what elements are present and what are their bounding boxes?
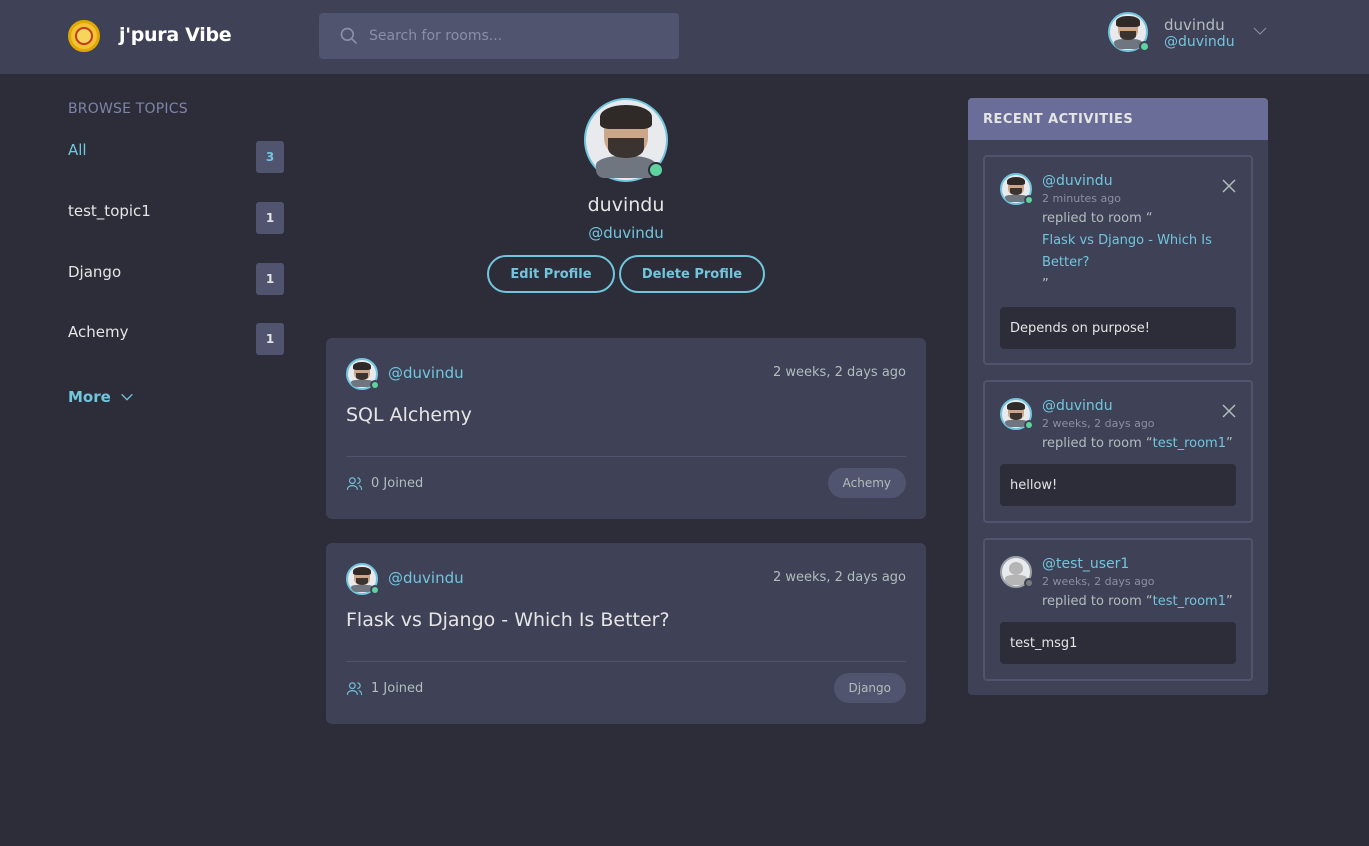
- activity-description: replied to room “test_room1”: [1042, 433, 1242, 455]
- close-icon[interactable]: [1222, 404, 1236, 418]
- topic-count-badge: 3: [256, 141, 284, 173]
- avatar[interactable]: [1000, 556, 1034, 588]
- topic-label[interactable]: test_topic1: [68, 202, 151, 220]
- nav-user-name: duvindu: [1164, 16, 1225, 34]
- activity-item: @duvindu 2 weeks, 2 days ago replied to …: [983, 380, 1253, 523]
- avatar[interactable]: [346, 358, 380, 390]
- recent-activities-heading: RECENT ACTIVITIES: [968, 98, 1268, 140]
- room-host-link[interactable]: @duvindu: [388, 569, 464, 587]
- room-timestamp: 2 weeks, 2 days ago: [773, 365, 906, 380]
- room-card[interactable]: @duvindu 2 weeks, 2 days ago SQL Alchemy…: [326, 338, 926, 519]
- activity-timestamp: 2 weeks, 2 days ago: [1042, 417, 1155, 430]
- activity-room-link[interactable]: test_room1: [1153, 436, 1226, 451]
- activity-prefix: replied to room “: [1042, 211, 1153, 226]
- activity-timestamp: 2 minutes ago: [1042, 192, 1121, 205]
- online-status-icon: [648, 162, 664, 178]
- divider: [346, 456, 906, 457]
- edit-profile-button[interactable]: Edit Profile: [487, 255, 615, 293]
- room-participants: 0 Joined: [346, 475, 423, 492]
- online-status-icon: [1139, 41, 1150, 52]
- activity-room-link[interactable]: Flask vs Django - Which Is Better?: [1042, 233, 1212, 270]
- activity-suffix: ”: [1225, 594, 1233, 609]
- search-icon: [340, 27, 358, 45]
- room-host-link[interactable]: @duvindu: [388, 364, 464, 382]
- activity-suffix: ”: [1225, 436, 1233, 451]
- profile-handle: @duvindu: [588, 224, 664, 242]
- online-status-icon: [1024, 195, 1034, 205]
- topic-item-test-topic1[interactable]: test_topic1 1: [68, 202, 284, 234]
- more-label[interactable]: More: [68, 388, 111, 406]
- topic-label[interactable]: All: [68, 141, 87, 159]
- search-bar[interactable]: [319, 13, 679, 59]
- activity-description: replied to room “test_room1”: [1042, 591, 1242, 613]
- browse-topics-heading: BROWSE TOPICS: [68, 101, 188, 117]
- activity-message: hellow!: [1000, 464, 1236, 506]
- room-card[interactable]: @duvindu 2 weeks, 2 days ago Flask vs Dj…: [326, 543, 926, 724]
- brand-title[interactable]: j'pura Vibe: [119, 24, 232, 46]
- joined-count: 0 Joined: [371, 476, 424, 491]
- activity-user-link[interactable]: @duvindu: [1042, 398, 1113, 414]
- topic-item-all[interactable]: All 3: [68, 141, 284, 173]
- activity-prefix: replied to room “: [1042, 436, 1153, 451]
- room-title-link[interactable]: Flask vs Django - Which Is Better?: [346, 609, 670, 631]
- room-title-link[interactable]: SQL Alchemy: [346, 404, 472, 426]
- topic-label[interactable]: Achemy: [68, 323, 128, 341]
- logo-emblem-icon[interactable]: [68, 20, 100, 52]
- room-topic-tag[interactable]: Django: [833, 673, 906, 703]
- room-topic-tag[interactable]: Achemy: [827, 468, 906, 498]
- more-topics-link[interactable]: More: [68, 388, 135, 406]
- activity-item: @duvindu 2 minutes ago replied to room “…: [983, 155, 1253, 365]
- nav-user-handle: @duvindu: [1164, 34, 1235, 50]
- search-input[interactable]: [369, 13, 669, 59]
- users-icon: [346, 477, 363, 490]
- online-status-icon: [370, 585, 380, 595]
- activity-message: Depends on purpose!: [1000, 307, 1236, 349]
- user-menu[interactable]: duvindu @duvindu: [1108, 12, 1273, 56]
- activity-room-link[interactable]: test_room1: [1153, 594, 1226, 609]
- topic-item-django[interactable]: Django 1: [68, 263, 284, 295]
- recent-activities-panel: RECENT ACTIVITIES @duvindu 2 minutes ago…: [968, 98, 1268, 695]
- close-icon[interactable]: [1222, 179, 1236, 193]
- offline-status-icon: [1024, 578, 1034, 588]
- activity-description: replied to room “ Flask vs Django - Whic…: [1042, 208, 1242, 296]
- profile-avatar: [584, 98, 668, 182]
- activity-message: test_msg1: [1000, 622, 1236, 664]
- users-icon: [346, 682, 363, 695]
- room-participants: 1 Joined: [346, 680, 423, 697]
- topic-count-badge: 1: [256, 263, 284, 295]
- divider: [346, 661, 906, 662]
- delete-profile-button[interactable]: Delete Profile: [619, 255, 765, 293]
- joined-count: 1 Joined: [371, 681, 424, 696]
- topic-count-badge: 1: [256, 202, 284, 234]
- room-timestamp: 2 weeks, 2 days ago: [773, 570, 906, 585]
- topic-item-achemy[interactable]: Achemy 1: [68, 323, 284, 355]
- topic-label[interactable]: Django: [68, 263, 121, 281]
- activity-timestamp: 2 weeks, 2 days ago: [1042, 575, 1155, 588]
- top-navbar: j'pura Vibe duvindu @duvindu: [0, 0, 1369, 74]
- profile-name: duvindu: [587, 194, 665, 216]
- avatar[interactable]: [1108, 12, 1150, 52]
- topic-count-badge: 1: [256, 323, 284, 355]
- avatar[interactable]: [346, 563, 380, 595]
- chevron-down-icon: [121, 393, 133, 401]
- chevron-down-icon[interactable]: [1251, 22, 1269, 40]
- online-status-icon: [1024, 420, 1034, 430]
- activity-prefix: replied to room “: [1042, 594, 1153, 609]
- online-status-icon: [370, 380, 380, 390]
- avatar[interactable]: [1000, 398, 1034, 430]
- activity-user-link[interactable]: @duvindu: [1042, 173, 1113, 189]
- avatar[interactable]: [1000, 173, 1034, 205]
- activity-item: @test_user1 2 weeks, 2 days ago replied …: [983, 538, 1253, 681]
- activity-user-link[interactable]: @test_user1: [1042, 556, 1129, 572]
- activity-suffix: ”: [1042, 277, 1049, 292]
